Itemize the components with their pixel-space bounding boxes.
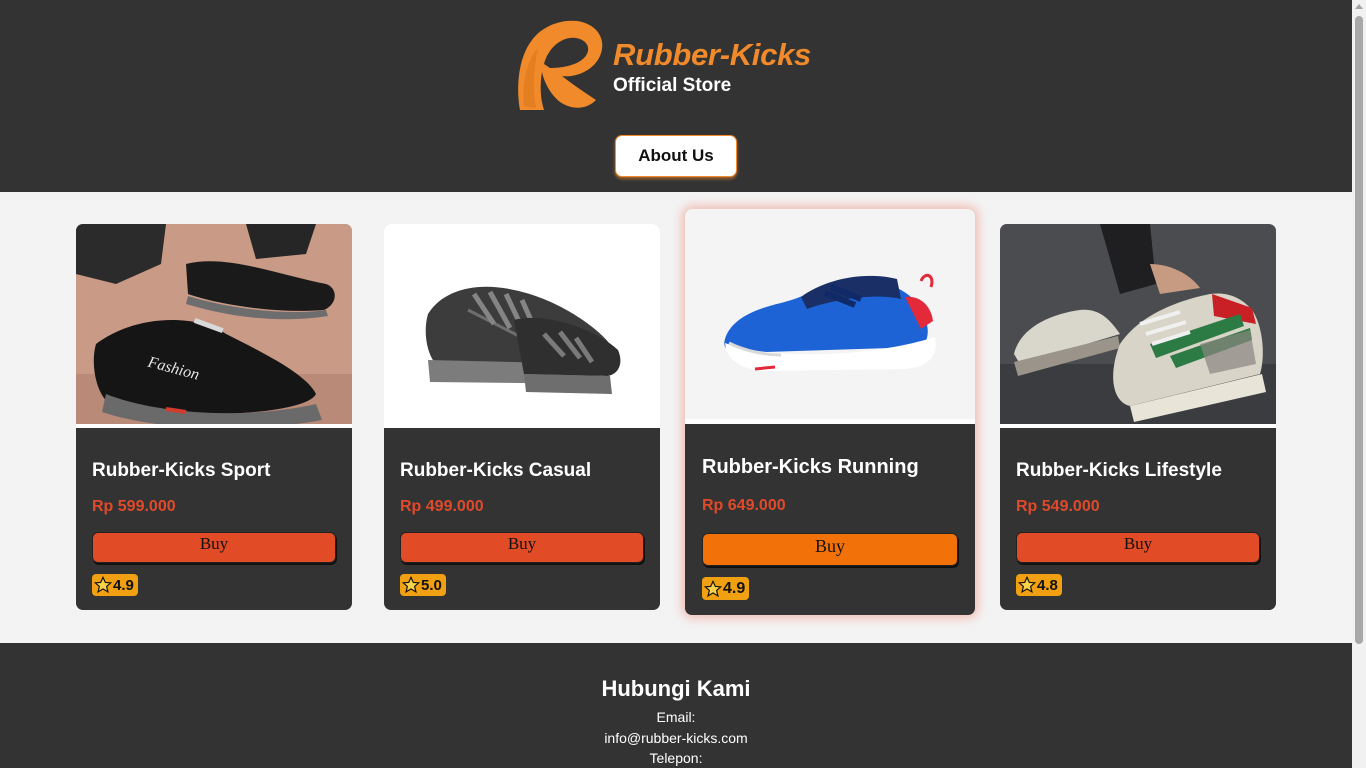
rating-value: 4.9: [113, 576, 134, 594]
product-image-sport[interactable]: Fashion: [76, 224, 352, 424]
product-price: Rp 649.000: [702, 497, 786, 514]
star-icon: [402, 576, 420, 594]
rating-value: 4.8: [1037, 576, 1058, 594]
buy-button[interactable]: Buy: [1016, 532, 1260, 563]
grey-green-lifestyle-sneaker-icon: [1000, 224, 1276, 424]
site-footer: Hubungi Kami Email: info@rubber-kicks.co…: [0, 643, 1352, 768]
image-divider: [685, 419, 975, 424]
page: Rubber-Kicks Official Store About Us Fas…: [0, 0, 1352, 768]
star-icon: [704, 579, 722, 597]
product-grid: Fashion Rubber-Kicks Sport Rp 599.000 Bu…: [0, 192, 1352, 643]
star-icon: [1018, 576, 1036, 594]
rating-badge: 4.9: [92, 574, 138, 596]
product-image-lifestyle[interactable]: [1000, 224, 1276, 424]
black-lace-up-sneaker-icon: [384, 224, 660, 424]
buy-button[interactable]: Buy: [92, 532, 336, 563]
product-price: Rp 599.000: [92, 498, 176, 515]
site-header: Rubber-Kicks Official Store About Us: [0, 0, 1352, 192]
email-address[interactable]: info@rubber-kicks.com: [0, 730, 1352, 746]
product-image-running[interactable]: [685, 209, 975, 419]
blue-running-shoe-icon: [685, 209, 975, 419]
product-name: Rubber-Kicks Casual: [400, 460, 592, 481]
phone-label: Telepon:: [649, 750, 703, 766]
page-scrollbar[interactable]: [1352, 0, 1366, 768]
product-card-casual: Rubber-Kicks Casual Rp 499.000 Buy 5.0: [384, 224, 660, 610]
image-divider: [76, 424, 352, 428]
brand-subtitle: Official Store: [613, 75, 732, 96]
product-card-sport: Fashion Rubber-Kicks Sport Rp 599.000 Bu…: [76, 224, 352, 610]
star-icon: [94, 576, 112, 594]
product-card-lifestyle: Rubber-Kicks Lifestyle Rp 549.000 Buy 4.…: [1000, 224, 1276, 610]
logo-r-icon: [518, 20, 603, 110]
product-price: Rp 499.000: [400, 498, 484, 515]
product-card-running: Rubber-Kicks Running Rp 649.000 Buy 4.9: [685, 209, 975, 615]
black-slip-on-sneaker-icon: Fashion: [76, 224, 352, 424]
buy-button[interactable]: Buy: [702, 533, 958, 566]
about-us-button[interactable]: About Us: [615, 135, 737, 177]
product-name: Rubber-Kicks Running: [702, 456, 919, 478]
brand-name: Rubber-Kicks: [613, 37, 811, 72]
buy-button[interactable]: Buy: [400, 532, 644, 563]
product-price: Rp 549.000: [1016, 498, 1100, 515]
email-label: Email:: [656, 709, 696, 725]
product-image-casual[interactable]: [384, 224, 660, 424]
rating-value: 5.0: [421, 576, 442, 594]
logo[interactable]: Rubber-Kicks Official Store: [514, 18, 844, 114]
rating-badge: 4.8: [1016, 574, 1062, 596]
rating-badge: 5.0: [400, 574, 446, 596]
image-divider: [384, 424, 660, 428]
image-divider: [1000, 424, 1276, 428]
product-name: Rubber-Kicks Sport: [92, 460, 271, 481]
product-name: Rubber-Kicks Lifestyle: [1016, 460, 1222, 481]
scroll-up-icon[interactable]: [1355, 4, 1363, 9]
contact-heading: Hubungi Kami: [601, 676, 751, 701]
rating-value: 4.9: [723, 579, 746, 597]
scrollbar-thumb[interactable]: [1355, 16, 1363, 644]
rating-badge: 4.9: [702, 577, 750, 600]
